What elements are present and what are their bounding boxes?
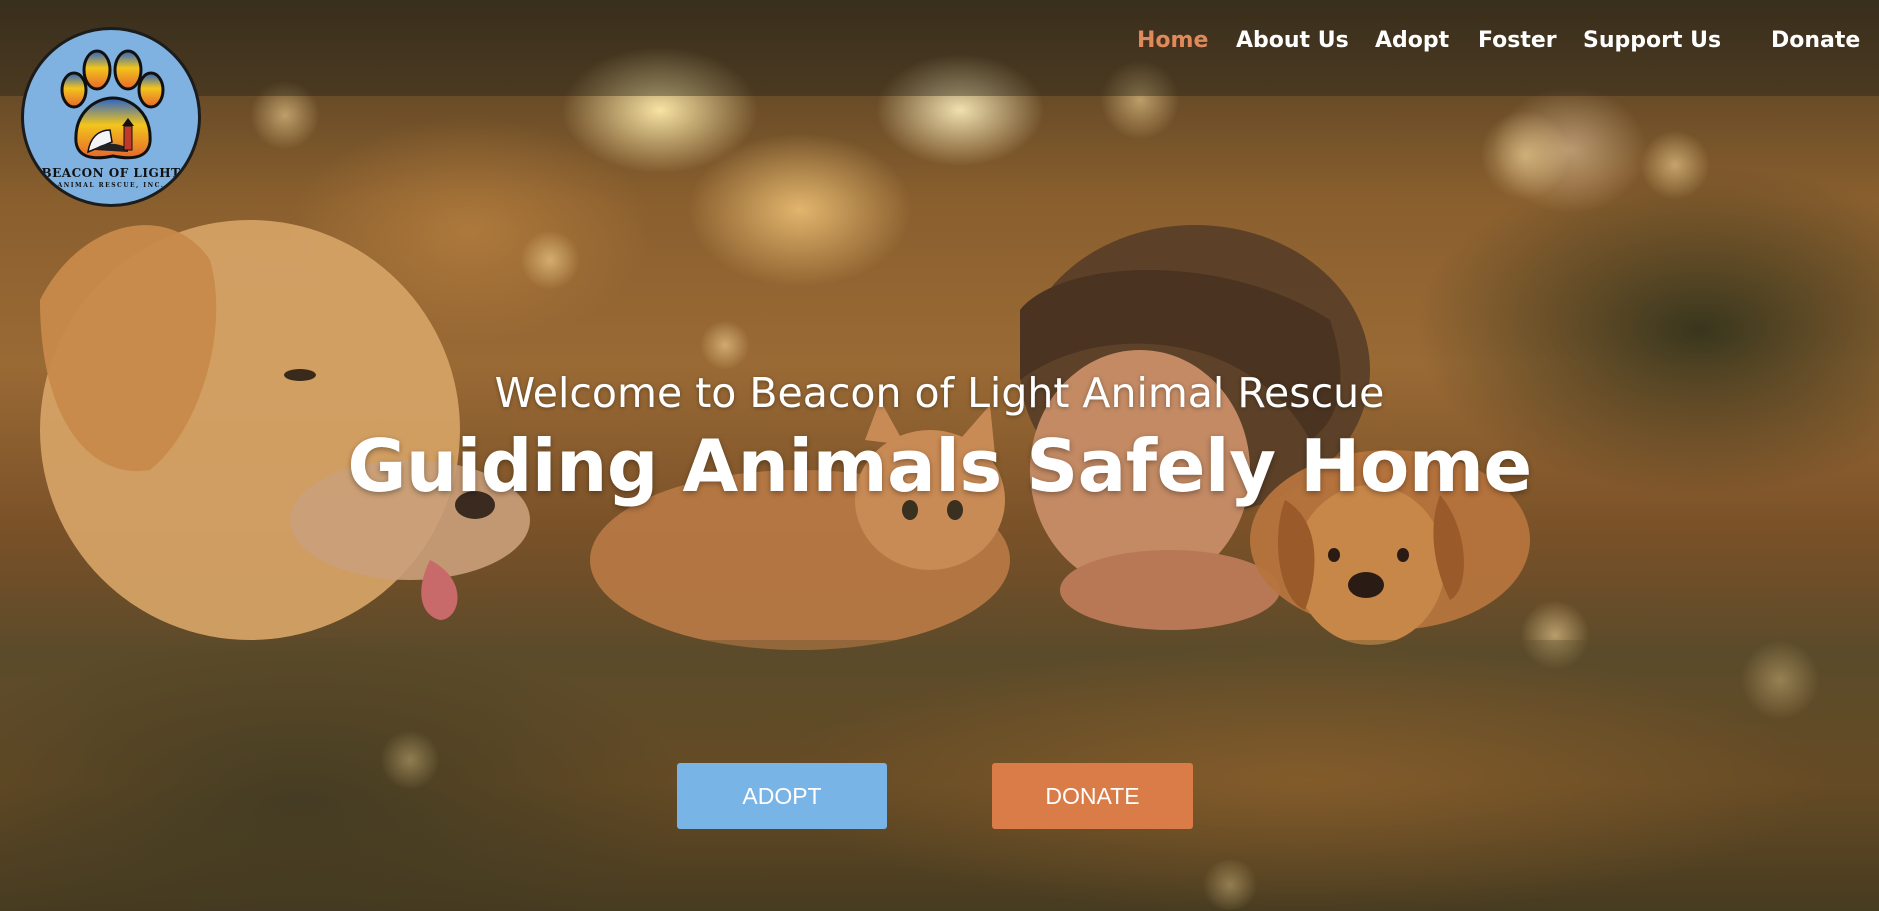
nav-item-about-us[interactable]: About Us	[1236, 28, 1349, 60]
logo-subtitle: ANIMAL RESCUE, INC.	[57, 182, 165, 189]
hero-welcome-text: Welcome to Beacon of Light Animal Rescue	[494, 369, 1385, 417]
site-logo[interactable]: BEACON OF LIGHT ANIMAL RESCUE, INC.	[21, 27, 201, 207]
logo-title: BEACON OF LIGHT	[41, 166, 181, 180]
nav-item-foster[interactable]: Foster	[1478, 28, 1557, 60]
nav-item-support-us[interactable]: Support Us	[1583, 28, 1721, 60]
hero-section: BEACON OF LIGHT ANIMAL RESCUE, INC. Home…	[0, 0, 1879, 911]
nav-item-adopt[interactable]: Adopt	[1375, 28, 1449, 60]
nav-item-donate[interactable]: Donate	[1771, 28, 1860, 60]
donate-button[interactable]: DONATE	[992, 763, 1193, 829]
hero-headline: Guiding Animals Safely Home	[347, 424, 1532, 508]
adopt-button[interactable]: ADOPT	[677, 763, 887, 829]
lighthouse-icon	[87, 118, 134, 154]
nav-item-home[interactable]: Home	[1137, 28, 1208, 60]
